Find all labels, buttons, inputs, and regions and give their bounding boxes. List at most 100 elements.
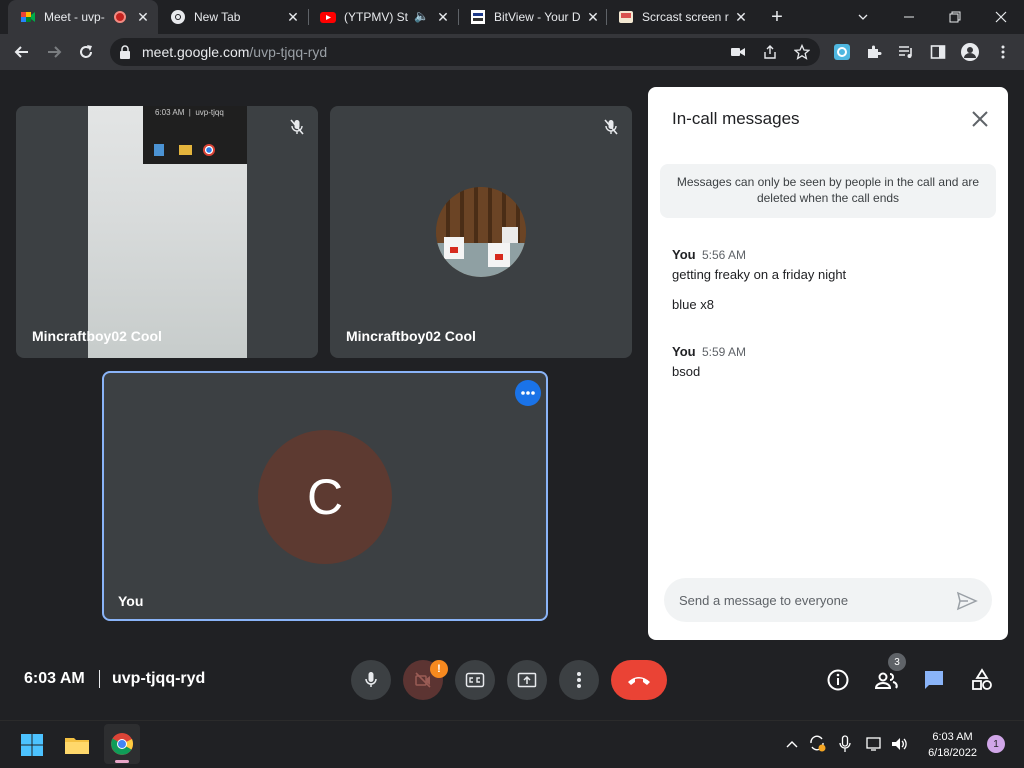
chrome-taskbar-button[interactable] bbox=[104, 724, 140, 764]
tab-title: BitView - Your D bbox=[494, 10, 581, 24]
extensions-puzzle-icon[interactable] bbox=[866, 44, 882, 60]
message-sender: You bbox=[672, 344, 696, 359]
meeting-details-button[interactable] bbox=[822, 664, 854, 696]
start-button[interactable] bbox=[20, 733, 44, 757]
arrow-right-icon bbox=[48, 46, 62, 58]
captured-screen-text: 6:03 AM | uvp-tjqq bbox=[155, 108, 224, 117]
message-time: 5:59 AM bbox=[702, 345, 747, 359]
chrome-icon bbox=[171, 10, 185, 24]
file-explorer-button[interactable] bbox=[64, 733, 90, 757]
close-tab-icon[interactable]: ✕ bbox=[136, 10, 150, 24]
avatar-chicken bbox=[502, 227, 518, 243]
notification-badge[interactable]: 1 bbox=[987, 735, 1005, 753]
participant-tile[interactable]: 6:03 AM | uvp-tjqq Mincraftboy02 Cool bbox=[16, 106, 318, 358]
mic-in-use-icon[interactable] bbox=[838, 735, 852, 753]
url-path: /uvp-tjqq-ryd bbox=[249, 44, 328, 60]
network-icon[interactable] bbox=[866, 736, 884, 752]
extension-button[interactable] bbox=[834, 44, 850, 60]
restore-icon bbox=[949, 11, 961, 23]
meeting-code: uvp-tjqq-ryd bbox=[112, 670, 206, 687]
chat-button[interactable] bbox=[918, 664, 950, 696]
meeting-time: 6:03 AM bbox=[24, 670, 85, 687]
google-meet-icon bbox=[21, 12, 35, 22]
new-tab-button[interactable]: + bbox=[765, 6, 789, 28]
folder-icon bbox=[179, 145, 192, 155]
tab-new-tab[interactable]: New Tab ✕ bbox=[158, 0, 308, 34]
lock-icon[interactable] bbox=[119, 45, 131, 59]
tab-title: Scrcast screen r bbox=[642, 10, 729, 24]
sync-warning-icon[interactable] bbox=[808, 734, 826, 752]
close-chat-button[interactable] bbox=[968, 107, 992, 131]
captions-button[interactable] bbox=[455, 660, 495, 700]
person-icon bbox=[964, 47, 976, 58]
people-icon bbox=[874, 672, 898, 689]
close-window-button[interactable] bbox=[978, 0, 1024, 34]
close-tab-icon[interactable]: ✕ bbox=[586, 10, 600, 24]
tab-title: Meet - uvp- bbox=[44, 10, 105, 24]
active-indicator bbox=[115, 760, 129, 763]
tab-bitview[interactable]: BitView - Your D ✕ bbox=[458, 0, 608, 34]
chat-input[interactable]: Send a message to everyone bbox=[664, 578, 992, 622]
notification-count: 1 bbox=[993, 738, 999, 750]
close-tab-icon[interactable]: ✕ bbox=[734, 10, 748, 24]
youtube-icon bbox=[320, 12, 336, 23]
camera-in-use-icon[interactable] bbox=[730, 45, 746, 59]
restore-button[interactable] bbox=[932, 0, 978, 34]
mic-off-icon bbox=[604, 119, 618, 135]
back-button[interactable] bbox=[8, 38, 36, 66]
chat-input-placeholder: Send a message to everyone bbox=[679, 593, 849, 608]
more-vert-icon bbox=[577, 672, 581, 688]
tab-strip: Meet - uvp- ✕ New Tab ✕ (YTPMV) St 🔈 ✕ B… bbox=[0, 0, 1024, 34]
audio-playing-icon[interactable]: 🔈 bbox=[414, 9, 429, 23]
chevron-up-icon[interactable] bbox=[785, 738, 799, 750]
activities-button[interactable] bbox=[966, 664, 998, 696]
meeting-divider bbox=[99, 670, 100, 688]
tab-scrcast[interactable]: Scrcast screen r ✕ bbox=[606, 0, 756, 34]
url-host: meet.google.com bbox=[142, 44, 250, 60]
chat-title: In-call messages bbox=[672, 109, 800, 128]
send-icon[interactable] bbox=[956, 590, 978, 612]
share-icon[interactable] bbox=[762, 44, 778, 60]
side-panel-icon[interactable] bbox=[930, 44, 946, 60]
tab-youtube[interactable]: (YTPMV) St 🔈 ✕ bbox=[308, 0, 458, 34]
mic-off-icon bbox=[290, 119, 304, 135]
tab-meet[interactable]: Meet - uvp- ✕ bbox=[8, 0, 158, 34]
participant-tile[interactable]: Mincraftboy02 Cool bbox=[330, 106, 632, 358]
reload-button[interactable] bbox=[72, 38, 100, 66]
file-icon bbox=[154, 144, 164, 156]
self-avatar-initial: C bbox=[306, 469, 344, 525]
arrow-left-icon bbox=[14, 46, 28, 58]
leave-call-button[interactable] bbox=[611, 660, 667, 700]
present-button[interactable] bbox=[507, 660, 547, 700]
more-options-button[interactable] bbox=[559, 660, 599, 700]
tile-options-button[interactable] bbox=[515, 380, 541, 406]
star-icon[interactable] bbox=[794, 44, 810, 60]
forward-button[interactable] bbox=[40, 38, 68, 66]
camera-warning-badge: ! bbox=[430, 660, 448, 678]
camera-feed-edge bbox=[247, 106, 318, 358]
media-controls-icon[interactable] bbox=[898, 44, 914, 60]
captured-screen: 6:03 AM | uvp-tjqq bbox=[143, 106, 247, 164]
microphone-button[interactable] bbox=[351, 660, 391, 700]
close-icon bbox=[995, 11, 1007, 23]
participant-name: You bbox=[118, 593, 144, 609]
participant-count-badge: 3 bbox=[888, 653, 906, 671]
chrome-icon bbox=[203, 144, 215, 156]
message-text: getting freaky on a friday night bbox=[672, 267, 847, 282]
profile-avatar[interactable] bbox=[961, 43, 979, 61]
minimize-button[interactable] bbox=[886, 0, 932, 34]
system-clock[interactable]: 6:03 AM 6/18/2022 bbox=[928, 729, 977, 761]
participant-name: Mincraftboy02 Cool bbox=[32, 328, 162, 344]
more-vert-icon[interactable] bbox=[995, 44, 1011, 60]
url-text[interactable]: meet.google.com/uvp-tjqq-ryd bbox=[142, 44, 327, 60]
tab-title: (YTPMV) St bbox=[344, 10, 408, 24]
avatar-chicken bbox=[488, 243, 510, 267]
close-tab-icon[interactable]: ✕ bbox=[436, 10, 450, 24]
close-tab-icon[interactable]: ✕ bbox=[286, 10, 300, 24]
self-tile[interactable]: C You bbox=[102, 371, 548, 621]
volume-icon[interactable] bbox=[891, 736, 909, 752]
tab-search-button[interactable] bbox=[840, 0, 886, 34]
activities-icon bbox=[972, 668, 992, 690]
participant-avatar bbox=[436, 187, 526, 277]
chat-notice: Messages can only be seen by people in t… bbox=[660, 164, 996, 218]
